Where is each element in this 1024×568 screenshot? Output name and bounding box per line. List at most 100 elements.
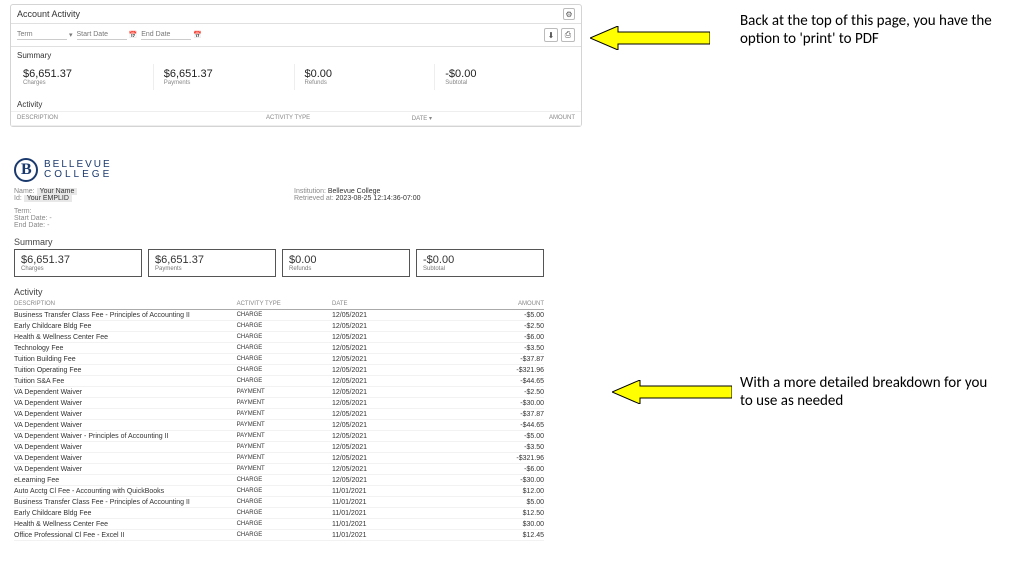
summary-title: Summary [11, 47, 581, 62]
term-select[interactable]: Term [17, 30, 67, 40]
cell-type: Payment [237, 409, 332, 420]
meta-row: Name: Your Name Id: Your EMPLID Institut… [14, 188, 544, 202]
activity-header: Description Activity Type Date ▾ Amount [11, 111, 581, 126]
cell-type: Charge [237, 497, 332, 508]
settings-icon[interactable]: ⚙ [563, 8, 575, 20]
cell-description: Tuition Operating Fee [14, 365, 237, 376]
table-row: VA Dependent WaiverPayment12/05/2021-$6.… [14, 464, 544, 475]
calendar-icon[interactable]: 📅 [193, 31, 202, 39]
table-row: Office Professional Cl Fee - Excel IICha… [14, 530, 544, 541]
table-row: Early Childcare Bldg FeeCharge12/05/2021… [14, 321, 544, 332]
cell-type: Charge [237, 475, 332, 486]
print-button[interactable]: ⎙ [561, 28, 575, 42]
cell-date: 12/05/2021 [332, 387, 449, 398]
cell-amount: -$37.87 [449, 409, 544, 420]
table-row: VA Dependent WaiverPayment12/05/2021-$32… [14, 453, 544, 464]
cell-description: VA Dependent Waiver [14, 387, 237, 398]
report-summary-subtotal: -$0.00 Subtotal [416, 249, 544, 277]
cell-type: Charge [237, 508, 332, 519]
col-type: Activity Type [237, 299, 332, 310]
cell-type: Charge [237, 530, 332, 541]
cell-description: Health & Wellness Center Fee [14, 332, 237, 343]
cell-date: 12/05/2021 [332, 310, 449, 321]
report-summary-charges: $6,651.37 Charges [14, 249, 142, 277]
cell-date: 11/01/2021 [332, 519, 449, 530]
meta-right: Institution: Bellevue College Retrieved … [294, 188, 544, 202]
callout-top: Back at the top of this page, you have t… [740, 12, 1000, 48]
table-row: VA Dependent WaiverPayment12/05/2021-$37… [14, 409, 544, 420]
cell-type: Charge [237, 354, 332, 365]
cell-date: 11/01/2021 [332, 508, 449, 519]
logo-text: BELLEVUE COLLEGE [44, 160, 112, 181]
col-amount: Amount [449, 299, 544, 310]
cell-type: Payment [237, 387, 332, 398]
cell-description: VA Dependent Waiver [14, 420, 237, 431]
report-summary-title: Summary [14, 237, 544, 247]
table-row: Health & Wellness Center FeeCharge12/05/… [14, 332, 544, 343]
chevron-down-icon[interactable]: ▾ [69, 31, 73, 39]
cell-type: Charge [237, 310, 332, 321]
cell-type: Payment [237, 420, 332, 431]
cell-amount: -$3.50 [449, 442, 544, 453]
cell-date: 12/05/2021 [332, 420, 449, 431]
cell-date: 12/05/2021 [332, 321, 449, 332]
cell-description: Early Childcare Bldg Fee [14, 508, 237, 519]
cell-description: Business Transfer Class Fee - Principles… [14, 310, 237, 321]
report-activity-table: Description Activity Type Date Amount Bu… [14, 299, 544, 541]
calendar-icon[interactable]: 📅 [129, 31, 138, 39]
cell-type: Charge [237, 343, 332, 354]
table-row: VA Dependent WaiverPayment12/05/2021-$30… [14, 398, 544, 409]
report-summary-row: $6,651.37 Charges $6,651.37 Payments $0.… [14, 249, 544, 277]
callout-arrow-bottom [612, 380, 732, 404]
cell-description: VA Dependent Waiver [14, 442, 237, 453]
table-row: Early Childcare Bldg FeeCharge11/01/2021… [14, 508, 544, 519]
table-row: Tuition S&A FeeCharge12/05/2021-$44.65 [14, 376, 544, 387]
cell-amount: $5.00 [449, 497, 544, 508]
cell-date: 12/05/2021 [332, 365, 449, 376]
cell-type: Payment [237, 464, 332, 475]
cell-amount: -$2.50 [449, 321, 544, 332]
cell-amount: -$5.00 [449, 310, 544, 321]
cell-date: 12/05/2021 [332, 442, 449, 453]
report-activity-title: Activity [14, 287, 544, 297]
term-block: Term: Start Date: - End Date: - [14, 208, 544, 229]
cell-description: VA Dependent Waiver - Principles of Acco… [14, 431, 237, 442]
report-summary-payments: $6,651.37 Payments [148, 249, 276, 277]
col-date[interactable]: Date ▾ [349, 115, 492, 122]
cell-description: Tuition Building Fee [14, 354, 237, 365]
cell-amount: -$2.50 [449, 387, 544, 398]
table-row: Health & Wellness Center FeeCharge11/01/… [14, 519, 544, 530]
cell-date: 12/05/2021 [332, 376, 449, 387]
table-row: Auto Acctg Cl Fee - Accounting with Quic… [14, 486, 544, 497]
cell-date: 12/05/2021 [332, 332, 449, 343]
activity-title: Activity [11, 96, 581, 111]
start-date-input[interactable]: Start Date [77, 30, 127, 40]
download-button[interactable]: ⬇ [544, 28, 558, 42]
end-date-input[interactable]: End Date [141, 30, 191, 40]
cell-amount: -$3.50 [449, 343, 544, 354]
cell-amount: $30.00 [449, 519, 544, 530]
callout-bottom: With a more detailed breakdown for you t… [740, 374, 1000, 410]
cell-type: Payment [237, 431, 332, 442]
cell-amount: -$5.00 [449, 431, 544, 442]
col-date: Date [332, 299, 449, 310]
printed-report: BELLEVUE COLLEGE Name: Your Name Id: You… [14, 158, 544, 541]
table-row: VA Dependent Waiver - Principles of Acco… [14, 431, 544, 442]
cell-amount: -$44.65 [449, 420, 544, 431]
cell-description: Health & Wellness Center Fee [14, 519, 237, 530]
cell-amount: -$321.96 [449, 365, 544, 376]
cell-type: Charge [237, 486, 332, 497]
cell-date: 12/05/2021 [332, 354, 449, 365]
cell-amount: $12.50 [449, 508, 544, 519]
cell-amount: -$30.00 [449, 475, 544, 486]
cell-description: VA Dependent Waiver [14, 453, 237, 464]
cell-date: 11/01/2021 [332, 530, 449, 541]
cell-amount: -$44.65 [449, 376, 544, 387]
cell-type: Charge [237, 321, 332, 332]
summary-refunds: $0.00 Refunds [299, 64, 436, 90]
cell-date: 11/01/2021 [332, 486, 449, 497]
cell-amount: -$6.00 [449, 464, 544, 475]
cell-date: 12/05/2021 [332, 464, 449, 475]
table-row: Technology FeeCharge12/05/2021-$3.50 [14, 343, 544, 354]
summary-subtotal: -$0.00 Subtotal [439, 64, 575, 90]
